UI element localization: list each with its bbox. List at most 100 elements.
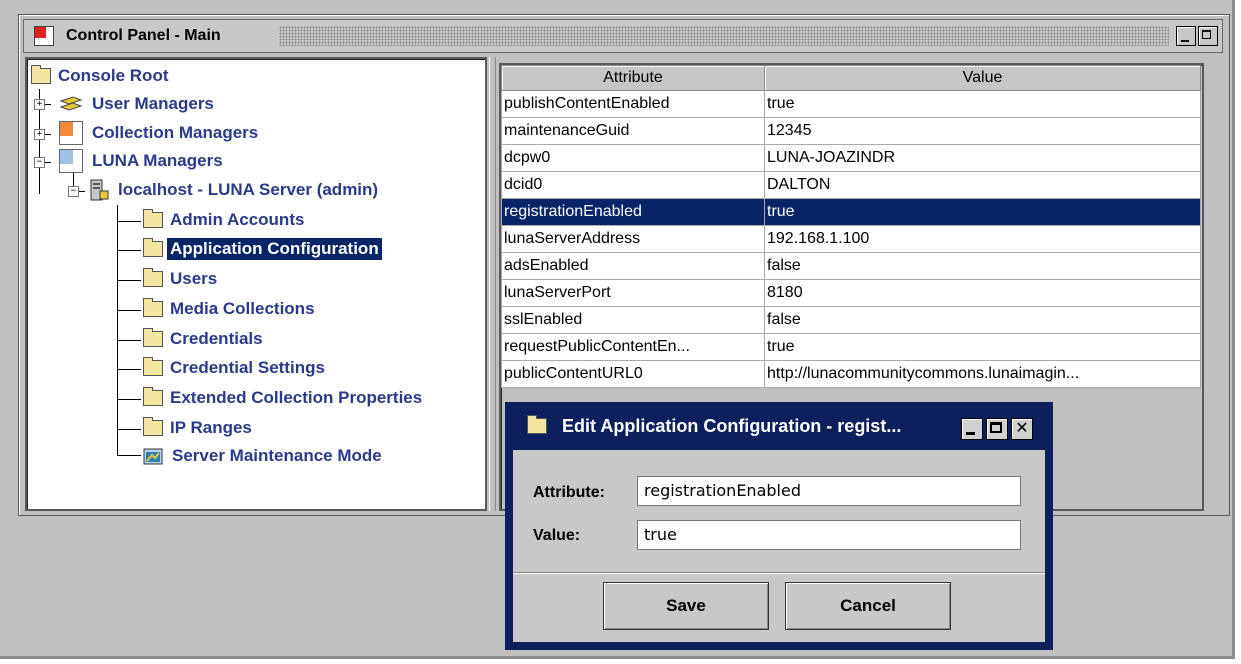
tree-line: [117, 205, 118, 455]
window-title: Control Panel - Main: [66, 27, 221, 44]
attribute-cell: publishContentEnabled: [501, 90, 765, 118]
attribute-table: Attribute Value publishContentEnabled tru…: [501, 65, 1201, 388]
folder-icon: [143, 357, 163, 376]
expand-user-managers-icon[interactable]: +: [34, 99, 45, 110]
tree-item-label: Media Collections: [170, 299, 315, 318]
table-row[interactable]: lunaServerAddress 192.168.1.100: [501, 225, 1201, 253]
window-titlebar[interactable]: Control Panel - Main: [23, 19, 1223, 53]
folder-icon: [143, 268, 163, 287]
folder-icon: [143, 298, 163, 317]
value-cell: true: [764, 198, 1201, 226]
attribute-cell: dcid0: [501, 171, 765, 199]
table-row[interactable]: maintenanceGuid 12345: [501, 117, 1201, 145]
tree-item-label: User Managers: [92, 94, 214, 113]
minimize-icon[interactable]: [1176, 26, 1196, 46]
attribute-cell: adsEnabled: [501, 252, 765, 280]
save-button[interactable]: Save: [603, 582, 769, 630]
folder-icon: [31, 65, 51, 84]
attribute-cell: publicContentURL0: [501, 360, 765, 388]
tree-item-users[interactable]: Users: [143, 268, 220, 290]
close-icon[interactable]: ✕: [1011, 418, 1033, 440]
attribute-cell: lunaServerPort: [501, 279, 765, 307]
tree-item-label: Extended Collection Properties: [170, 388, 423, 407]
tree-item-admin-accounts[interactable]: Admin Accounts: [143, 209, 307, 231]
cancel-button[interactable]: Cancel: [785, 582, 951, 630]
collapse-server-icon[interactable]: −: [68, 186, 79, 197]
table-row-selected[interactable]: registrationEnabled true: [501, 198, 1201, 226]
table-row[interactable]: lunaServerPort 8180: [501, 279, 1201, 307]
table-row[interactable]: dcid0 DALTON: [501, 171, 1201, 199]
attribute-cell: dcpw0: [501, 144, 765, 172]
titlebar-grip: [279, 26, 1169, 46]
attribute-field[interactable]: registrationEnabled: [637, 476, 1021, 506]
user-managers-icon: [59, 96, 83, 111]
tree-item-label: localhost - LUNA Server (admin): [118, 180, 379, 199]
tree-item-credentials[interactable]: Credentials: [143, 328, 266, 350]
tree-item-label: Users: [170, 269, 218, 288]
tree-line: [117, 455, 141, 456]
tree-item-label: Admin Accounts: [170, 210, 305, 229]
table-row[interactable]: adsEnabled false: [501, 252, 1201, 280]
value-cell: 192.168.1.100: [764, 225, 1201, 253]
tree-item-extended-collection-properties[interactable]: Extended Collection Properties: [143, 387, 425, 409]
column-header-attribute[interactable]: Attribute: [501, 65, 765, 91]
tree-item-user-managers[interactable]: User Managers: [59, 93, 217, 115]
tree-root-label: Console Root: [58, 66, 169, 85]
table-row[interactable]: publishContentEnabled true: [501, 90, 1201, 118]
dialog-title: Edit Application Configuration - regist.…: [562, 416, 902, 436]
collection-managers-icon: [59, 121, 83, 145]
tree-item-media-collections[interactable]: Media Collections: [143, 298, 318, 320]
app-icon: [34, 26, 54, 46]
tree-item-label: LUNA Managers: [92, 151, 223, 170]
tree-item-ip-ranges[interactable]: IP Ranges: [143, 417, 255, 439]
tree-item-credential-settings[interactable]: Credential Settings: [143, 357, 328, 379]
tree-root[interactable]: Console Root: [31, 65, 172, 87]
table-row[interactable]: requestPublicContentEn... true: [501, 333, 1201, 361]
value-cell: LUNA-JOAZINDR: [764, 144, 1201, 172]
value-field[interactable]: true: [637, 520, 1021, 550]
tree-item-server-maintenance-mode[interactable]: Server Maintenance Mode: [143, 445, 385, 467]
tree-line: [117, 399, 141, 400]
folder-icon: [527, 415, 547, 434]
folder-icon: [143, 328, 163, 347]
tree-item-label: Server Maintenance Mode: [172, 446, 382, 465]
tree-line: [117, 429, 141, 430]
value-label: Value:: [533, 527, 581, 544]
folder-icon: [143, 387, 163, 406]
tree-item-label: Application Configuration: [166, 237, 383, 261]
folder-icon: [143, 209, 163, 228]
dialog-titlebar[interactable]: Edit Application Configuration - regist.…: [507, 408, 1051, 446]
maintenance-icon: [143, 448, 163, 465]
table-row[interactable]: publicContentURL0 http://lunacommunitycom…: [501, 360, 1201, 388]
luna-managers-icon: [59, 149, 83, 173]
tree-item-collection-managers[interactable]: Collection Managers: [59, 121, 261, 145]
value-cell: true: [764, 90, 1201, 118]
maximize-icon[interactable]: [986, 418, 1008, 440]
tree-line: [117, 280, 141, 281]
maximize-icon[interactable]: [1198, 26, 1218, 46]
collapse-luna-managers-icon[interactable]: −: [34, 157, 45, 168]
value-cell: false: [764, 252, 1201, 280]
minimize-icon[interactable]: [961, 418, 983, 440]
value-cell: DALTON: [764, 171, 1201, 199]
folder-icon: [143, 417, 163, 436]
edit-dialog: Edit Application Configuration - regist.…: [505, 402, 1053, 650]
tree-line: [117, 369, 141, 370]
tree-item-label: Credential Settings: [170, 358, 325, 377]
expand-collection-managers-icon[interactable]: +: [34, 129, 45, 140]
tree-item-luna-server[interactable]: localhost - LUNA Server (admin): [89, 179, 381, 201]
value-cell: true: [764, 333, 1201, 361]
table-row[interactable]: dcpw0 LUNA-JOAZINDR: [501, 144, 1201, 172]
value-cell: 8180: [764, 279, 1201, 307]
tree-line: [117, 310, 141, 311]
divider: [513, 572, 1045, 574]
pane-splitter[interactable]: [489, 57, 496, 511]
value-cell: false: [764, 306, 1201, 334]
tree-item-application-configuration[interactable]: Application Configuration: [143, 237, 383, 261]
attribute-cell: requestPublicContentEn...: [501, 333, 765, 361]
attribute-label: Attribute:: [533, 484, 605, 501]
attribute-cell: lunaServerAddress: [501, 225, 765, 253]
column-header-value[interactable]: Value: [764, 65, 1201, 91]
tree-item-luna-managers[interactable]: LUNA Managers: [59, 149, 226, 173]
table-row[interactable]: sslEnabled false: [501, 306, 1201, 334]
